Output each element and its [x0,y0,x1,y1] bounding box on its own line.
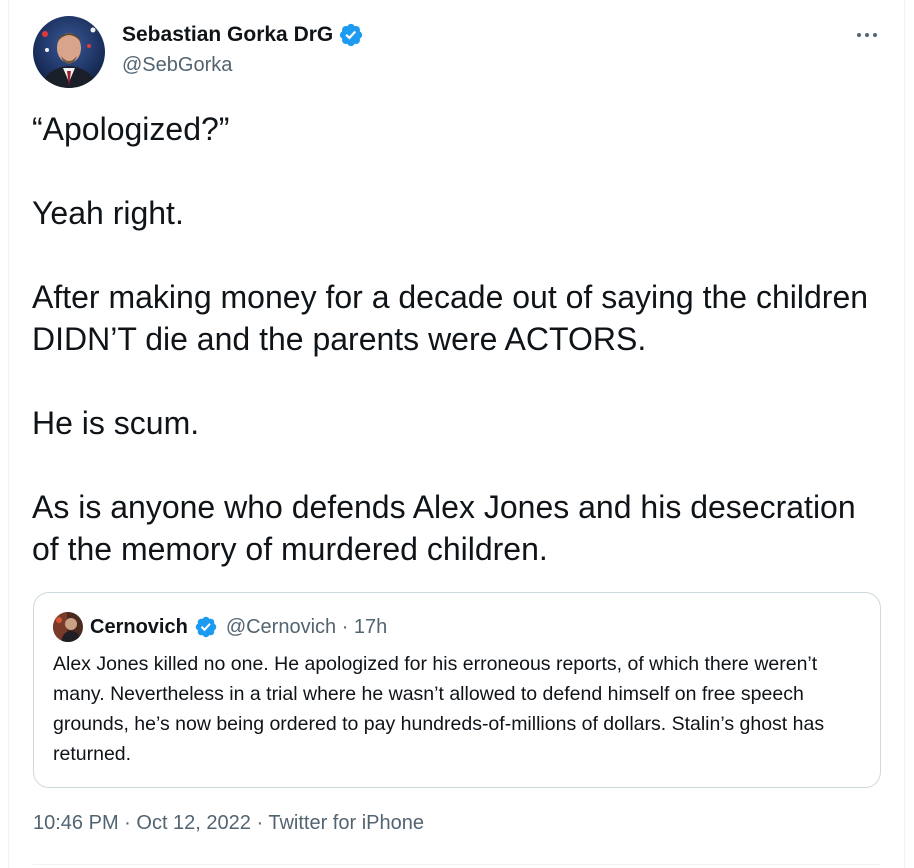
tweet-date[interactable]: Oct 12, 2022 [136,812,251,834]
quoted-tweet-text: Alex Jones killed no one. He apologized … [53,653,825,765]
tweet-paragraph: As is anyone who defends Alex Jones and … [32,489,856,567]
tweet-time[interactable]: 10:46 PM [33,812,119,834]
quoted-tweet-card[interactable]: Cernovich @Cernovich · 17h Alex Jones ki… [33,592,881,788]
separator-dot: · [118,812,137,834]
tweet-paragraph: After making money for a decade out of s… [32,279,869,357]
tweet-timestamp-line: 10:46 PM · Oct 12, 2022 · Twitter for iP… [33,812,424,835]
quoted-author-name[interactable]: Cernovich [90,616,188,639]
tweet-paragraph: Yeah right. [32,195,184,231]
more-options-button[interactable] [852,22,882,48]
tweet-source[interactable]: Twitter for iPhone [268,812,424,834]
quoted-handle-and-time[interactable]: @Cernovich · 17h [226,616,387,639]
more-dots-icon [857,33,877,37]
author-avatar[interactable] [33,16,105,88]
author-display-name[interactable]: Sebastian Gorka DrG [122,22,364,48]
quoted-author-avatar[interactable] [53,612,83,642]
separator-dot: · [250,812,269,834]
profile-photo-icon [33,16,105,88]
divider [33,864,881,865]
verified-badge-icon [194,615,218,639]
tweet-paragraph: He is scum. [32,405,200,441]
profile-photo-icon [53,612,83,642]
tweet-paragraph: “Apologized?” [32,111,230,147]
tweet-body: “Apologized?” Yeah right. After making m… [32,108,872,570]
author-name-text: Sebastian Gorka DrG [122,23,334,46]
author-handle[interactable]: @SebGorka [122,54,232,77]
quoted-tweet-header: Cernovich @Cernovich · 17h [90,613,387,641]
verified-badge-icon [338,22,364,48]
